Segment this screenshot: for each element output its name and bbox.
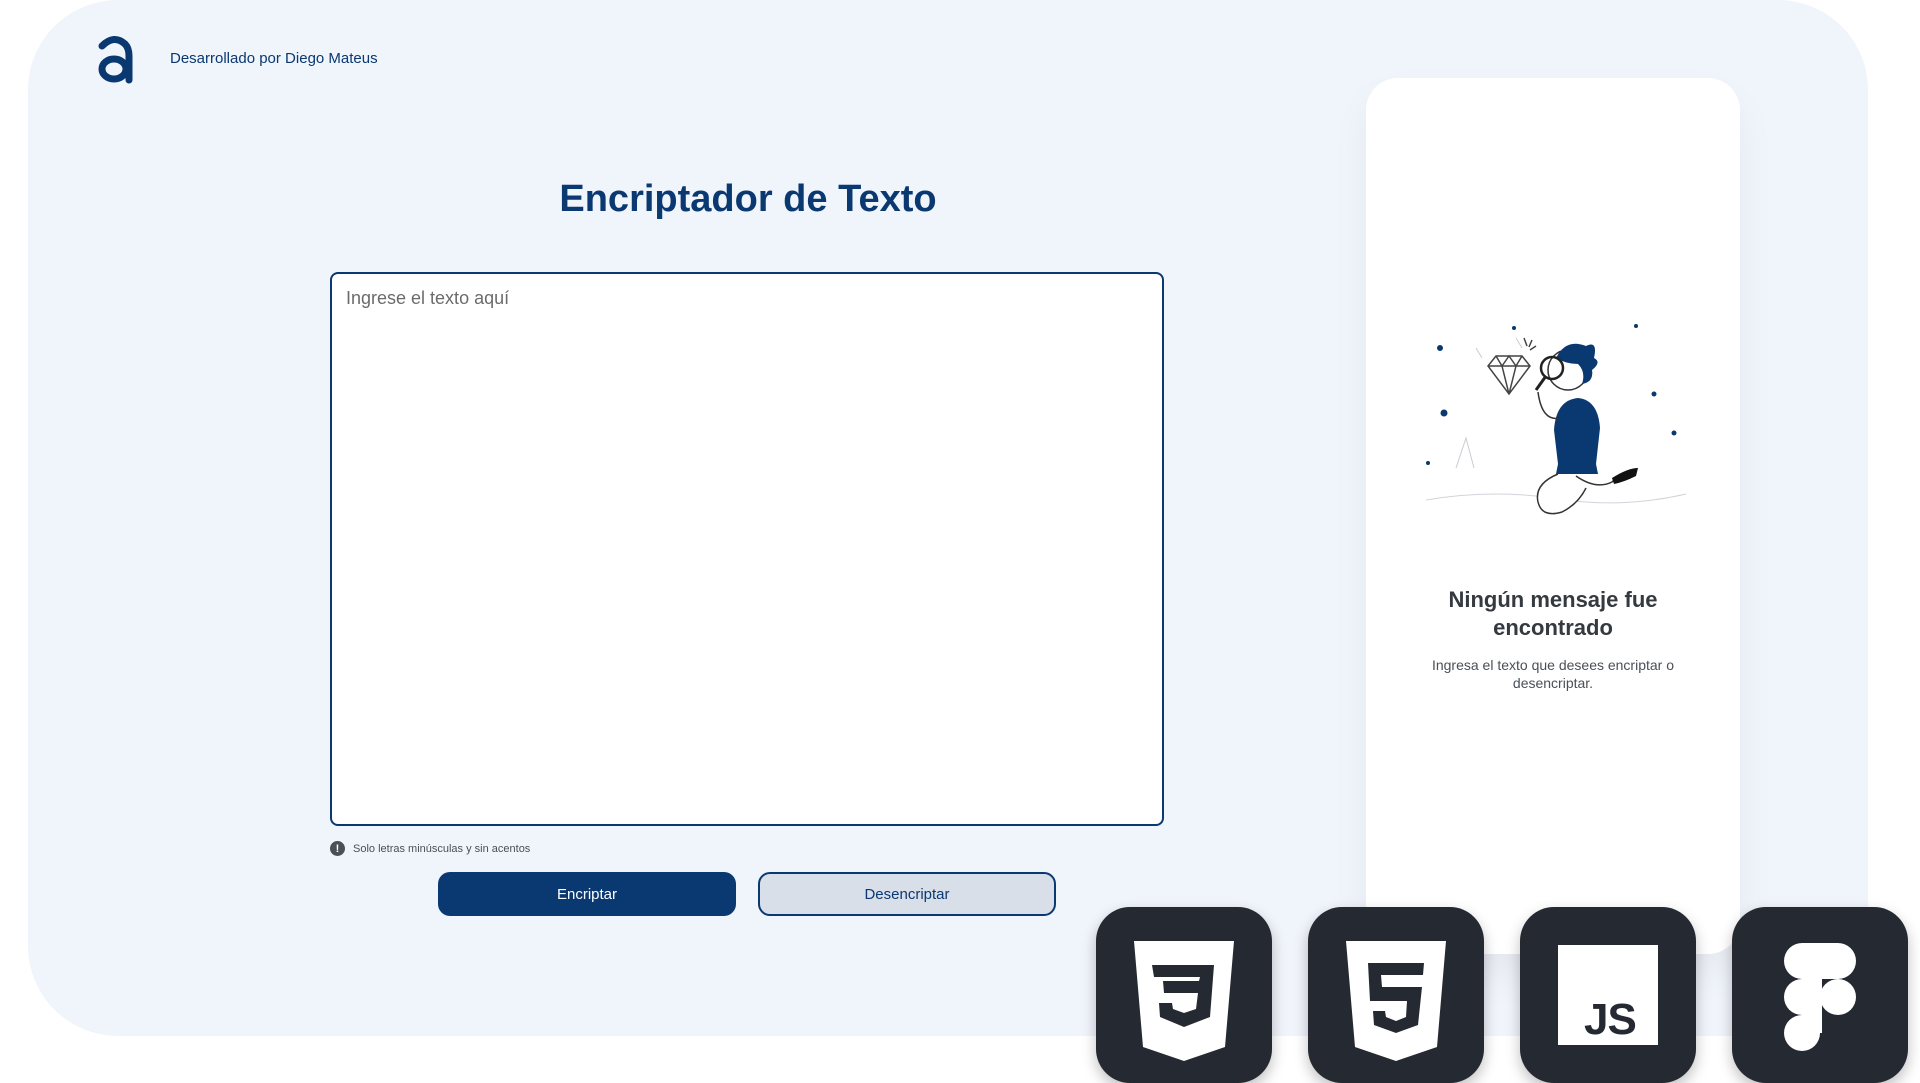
page-title: Encriptador de Texto bbox=[559, 178, 937, 220]
css3-icon bbox=[1134, 941, 1234, 1061]
output-panel: Ningún mensaje fue encontrado Ingresa el… bbox=[1366, 78, 1740, 954]
figma-icon bbox=[1784, 943, 1856, 1051]
developer-credits: Desarrollado por Diego Mateus bbox=[170, 50, 378, 67]
empty-state-title: Ningún mensaje fue encontrado bbox=[1448, 587, 1658, 640]
info-icon: ! bbox=[330, 841, 345, 856]
html5-badge bbox=[1308, 907, 1484, 1083]
input-hint: ! Solo letras minúsculas y sin acentos bbox=[330, 841, 530, 856]
text-input[interactable] bbox=[330, 272, 1164, 826]
app-frame: Desarrollado por Diego Mateus Encriptado… bbox=[28, 0, 1868, 1036]
logo-icon bbox=[98, 36, 133, 84]
javascript-badge: JS bbox=[1520, 907, 1696, 1083]
encrypt-button[interactable]: Encriptar bbox=[438, 872, 736, 916]
empty-state-subtitle: Ingresa el texto que desees encriptar o … bbox=[1431, 657, 1675, 691]
javascript-label: JS bbox=[1584, 995, 1637, 1044]
css3-badge bbox=[1096, 907, 1272, 1083]
empty-state-illustration bbox=[1425, 324, 1687, 515]
html5-icon bbox=[1346, 941, 1446, 1061]
figma-badge bbox=[1732, 907, 1908, 1083]
hint-text: Solo letras minúsculas y sin acentos bbox=[353, 842, 531, 855]
decrypt-button[interactable]: Desencriptar bbox=[758, 872, 1056, 916]
